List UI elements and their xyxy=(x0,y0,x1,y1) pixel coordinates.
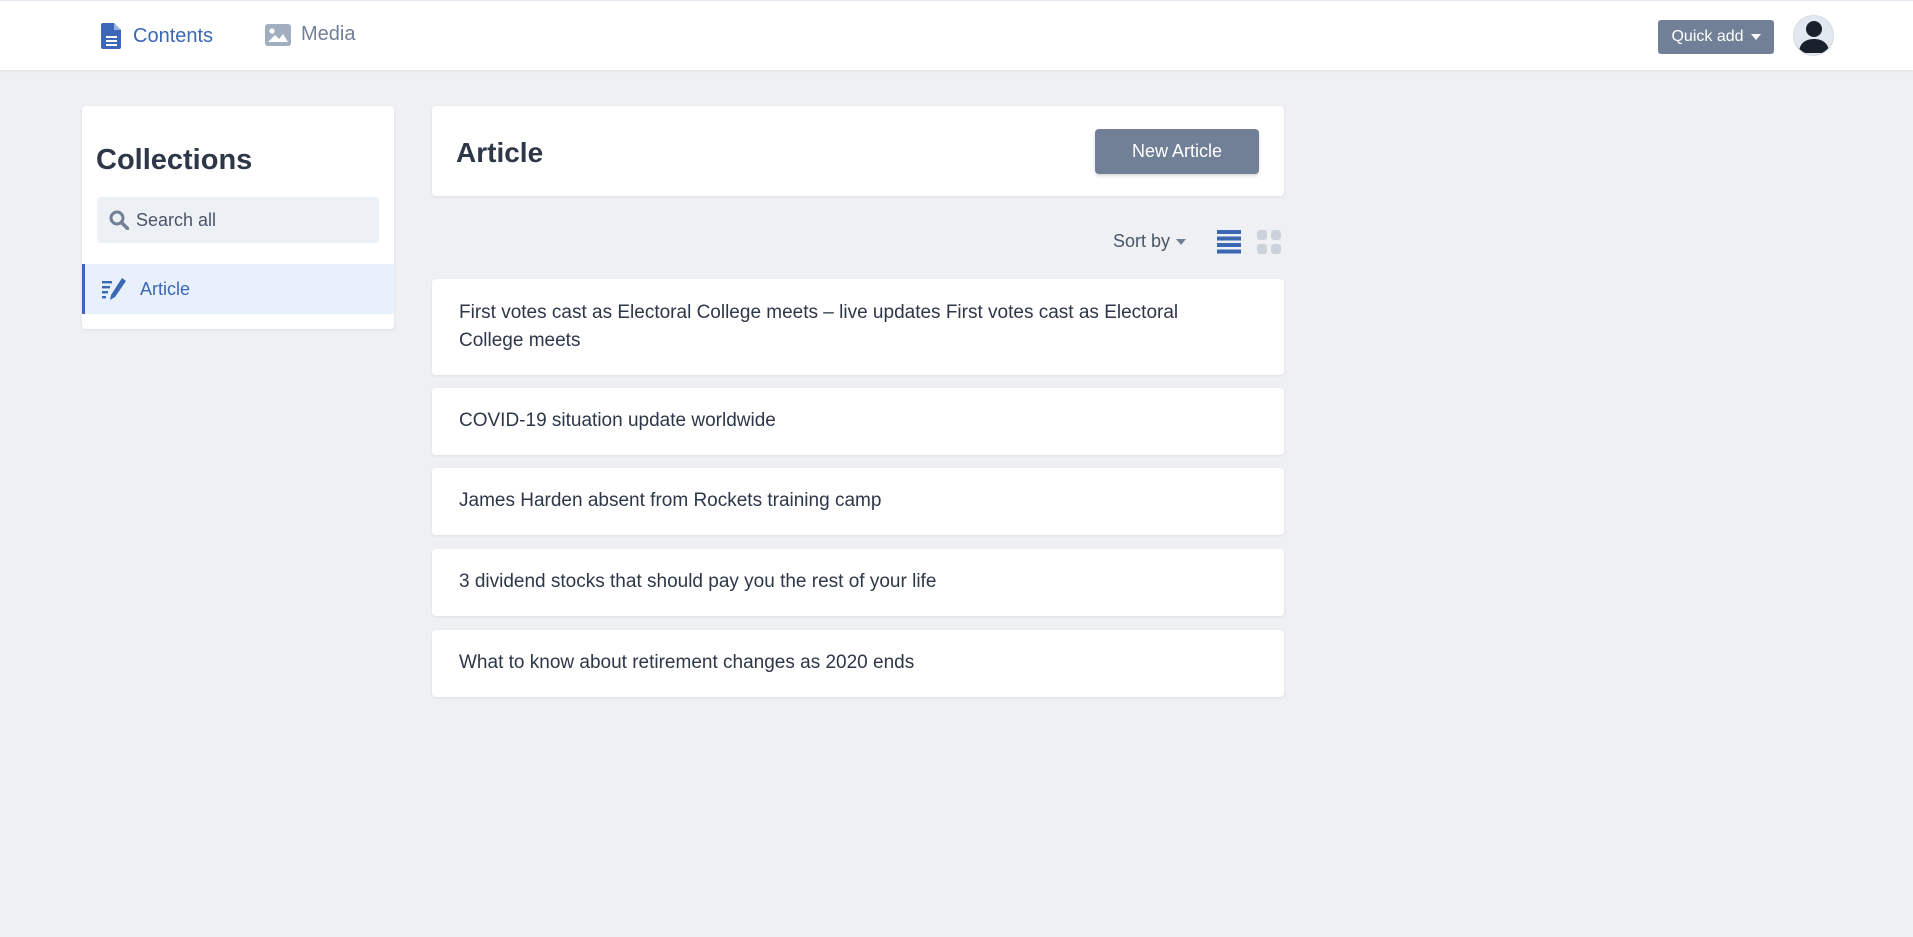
search-input[interactable] xyxy=(136,209,366,231)
list-item[interactable]: What to know about retirement changes as… xyxy=(432,630,1284,697)
sort-by-dropdown[interactable]: Sort by xyxy=(1113,231,1187,252)
article-title: First votes cast as Electoral College me… xyxy=(459,302,1179,351)
quick-add-label: Quick add xyxy=(1671,28,1744,45)
list-view-icon xyxy=(1217,230,1241,254)
search-icon xyxy=(109,210,129,230)
quick-add-button[interactable]: Quick add xyxy=(1658,20,1774,54)
grid-view-button[interactable] xyxy=(1257,230,1281,259)
avatar[interactable] xyxy=(1793,15,1834,56)
sidebar-title: Collections xyxy=(96,144,253,176)
tab-media-label: Media xyxy=(301,23,356,45)
new-article-button[interactable]: New Article xyxy=(1095,129,1259,174)
search-box[interactable] xyxy=(97,197,379,243)
article-title: What to know about retirement changes as… xyxy=(459,652,915,673)
page-header: Article New Article xyxy=(432,106,1284,196)
image-icon xyxy=(265,23,291,46)
top-navbar: Contents Media Quick add xyxy=(0,0,1913,70)
user-icon xyxy=(1798,20,1829,53)
list-view-button[interactable] xyxy=(1217,230,1241,259)
caret-down-icon xyxy=(1176,238,1187,245)
tab-media[interactable]: Media xyxy=(265,23,355,46)
article-title: COVID-19 situation update worldwide xyxy=(459,410,776,431)
list-item[interactable]: 3 dividend stocks that should pay you th… xyxy=(432,549,1284,616)
tab-contents-label: Contents xyxy=(133,24,214,47)
article-title: 3 dividend stocks that should pay you th… xyxy=(459,571,937,592)
sidebar-item-label: Article xyxy=(140,278,191,299)
collections-sidebar: Collections Article xyxy=(82,106,394,329)
grid-view-icon xyxy=(1257,230,1281,254)
document-icon xyxy=(101,23,121,49)
tab-contents[interactable]: Contents xyxy=(101,23,213,49)
list-item[interactable]: First votes cast as Electoral College me… xyxy=(432,279,1284,375)
caret-down-icon xyxy=(1750,34,1761,40)
list-item[interactable]: COVID-19 situation update worldwide xyxy=(432,388,1284,455)
sort-by-label: Sort by xyxy=(1113,231,1171,251)
page-title: Article xyxy=(456,137,544,168)
article-title: James Harden absent from Rockets trainin… xyxy=(459,490,882,511)
list-item[interactable]: James Harden absent from Rockets trainin… xyxy=(432,468,1284,535)
sidebar-item-article[interactable]: Article xyxy=(82,264,394,314)
article-edit-icon xyxy=(102,278,126,300)
